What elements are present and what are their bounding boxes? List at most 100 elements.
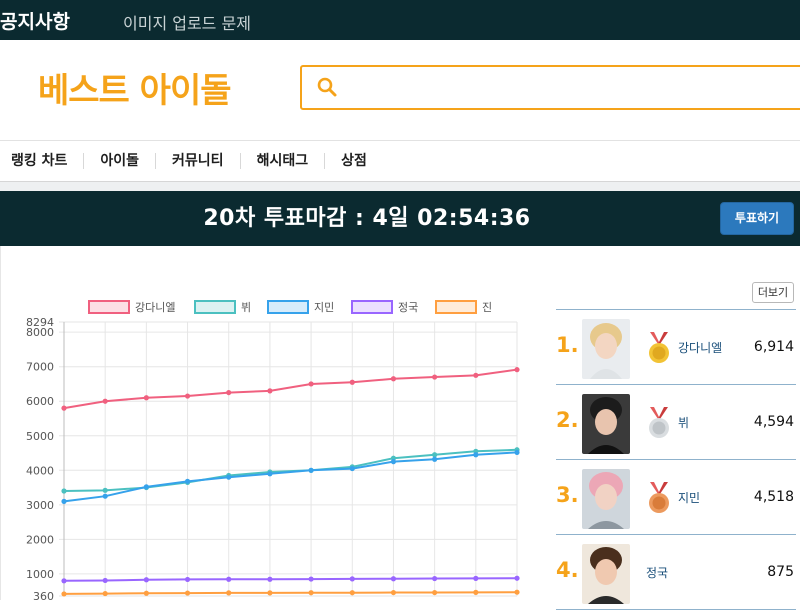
rank-number: 1.: [556, 333, 579, 357]
main-nav: 랭킹 차트 아이돌 커뮤니티 해시태그 상점: [0, 140, 800, 182]
data-point: [143, 395, 149, 401]
ranking-row[interactable]: 2. 뷔 4,594: [556, 385, 796, 460]
vote-count: 875: [767, 564, 794, 580]
data-point: [267, 590, 273, 596]
data-point: [432, 589, 438, 596]
series-line: [63, 577, 518, 582]
data-point: [184, 576, 191, 583]
data-point: [473, 575, 479, 581]
vote-banner: 20차 투표마감 : 4일 02:54:36 투표하기: [0, 191, 800, 246]
y-tick-label: 7000: [26, 361, 54, 374]
silver-medal-icon: [649, 407, 669, 438]
search-icon[interactable]: [316, 76, 338, 98]
y-tick-label: 360: [33, 590, 54, 600]
data-point: [390, 589, 397, 596]
legend-label: 지민: [314, 301, 334, 314]
data-point: [226, 474, 232, 480]
series-line: [63, 591, 518, 595]
data-point: [143, 577, 149, 583]
idol-name[interactable]: 지민: [678, 489, 700, 506]
data-point: [61, 498, 67, 504]
y-tick-label: 5000: [26, 430, 54, 443]
legend-label: 뷔: [241, 301, 251, 314]
ranking-row[interactable]: 3. 지민 4,518: [556, 460, 796, 535]
data-point: [267, 388, 273, 394]
search-input[interactable]: [346, 73, 786, 103]
more-button[interactable]: 더보기: [752, 282, 794, 303]
avatar[interactable]: [582, 544, 630, 604]
idol-name[interactable]: 강다니엘: [678, 339, 722, 356]
data-point: [514, 449, 520, 456]
legend-label: 강다니엘: [135, 301, 175, 314]
legend-label: 진: [482, 301, 492, 314]
data-point: [514, 575, 520, 581]
data-point: [514, 589, 520, 595]
data-point: [432, 575, 438, 582]
gold-medal-icon: [649, 332, 669, 363]
ranking-list: 1. 강다니엘 6,914 2. 뷔 4,594 3. 지민 4,518 4. …: [556, 309, 796, 610]
data-point: [349, 379, 355, 385]
data-point: [61, 405, 67, 411]
avatar[interactable]: [582, 394, 630, 454]
nav-item-hashtag[interactable]: 해시태그: [241, 153, 326, 169]
idol-name[interactable]: 뷔: [678, 414, 689, 431]
nav-item-idols[interactable]: 아이돌: [84, 153, 157, 169]
data-point: [390, 459, 397, 465]
notice-link[interactable]: 공지사항: [0, 7, 70, 34]
data-point: [102, 493, 108, 499]
data-point: [184, 590, 191, 596]
data-point: [349, 590, 355, 596]
nav-item-ranking-chart[interactable]: 랭킹 차트: [0, 153, 85, 169]
data-point: [184, 478, 191, 484]
data-point: [61, 591, 67, 597]
nav-item-shop[interactable]: 상점: [325, 153, 383, 169]
data-point: [432, 452, 438, 458]
data-point: [308, 381, 314, 387]
legend-swatch: [194, 300, 236, 314]
data-point: [432, 374, 438, 380]
notice-subtitle-link[interactable]: 이미지 업로드 문제: [123, 10, 251, 34]
y-tick-label: 1000: [26, 568, 54, 581]
data-point: [102, 487, 108, 493]
search-box[interactable]: [300, 65, 800, 110]
data-point: [102, 398, 108, 404]
vote-button[interactable]: 투표하기: [720, 202, 794, 235]
data-point: [473, 452, 479, 458]
rank-number: 2.: [556, 408, 579, 432]
data-point: [143, 590, 149, 596]
top-bar: 공지사항 이미지 업로드 문제: [0, 0, 800, 40]
data-point: [514, 367, 520, 373]
data-point: [102, 590, 108, 597]
data-point: [349, 576, 355, 582]
y-tick-label: 4000: [26, 464, 54, 477]
avatar[interactable]: [582, 319, 630, 379]
legend-label: 정국: [398, 301, 418, 314]
vote-count: 6,914: [753, 339, 794, 355]
site-logo[interactable]: 베스트 아이돌: [38, 63, 232, 112]
data-point: [308, 467, 314, 473]
data-point: [390, 576, 397, 582]
series-line: [63, 451, 518, 503]
y-tick-label: 3000: [26, 499, 54, 512]
vote-trend-chart: 829480007000600050004000300020001000360강…: [26, 300, 520, 600]
data-point: [61, 578, 67, 584]
legend-swatch: [267, 300, 309, 314]
data-point: [226, 389, 232, 396]
data-point: [61, 488, 67, 494]
ranking-content: 8294 8000 7000 6000 5000 4000 3000 2000 1000 360 강…: [0, 246, 800, 610]
data-point: [308, 590, 314, 596]
idol-name[interactable]: 정국: [646, 564, 668, 581]
nav-item-community[interactable]: 커뮤니티: [156, 153, 241, 169]
ranking-row[interactable]: 1. 강다니엘 6,914: [556, 310, 796, 385]
ranking-row[interactable]: 4. 정국 875: [556, 535, 796, 610]
y-tick-label: 6000: [26, 395, 54, 408]
data-point: [226, 590, 232, 596]
vote-count: 4,594: [753, 414, 794, 430]
data-point: [102, 577, 108, 584]
data-point: [267, 471, 273, 477]
series-line: [63, 368, 518, 410]
data-point: [184, 393, 191, 399]
legend-swatch: [351, 300, 393, 314]
data-point: [390, 376, 397, 382]
avatar[interactable]: [582, 469, 630, 529]
